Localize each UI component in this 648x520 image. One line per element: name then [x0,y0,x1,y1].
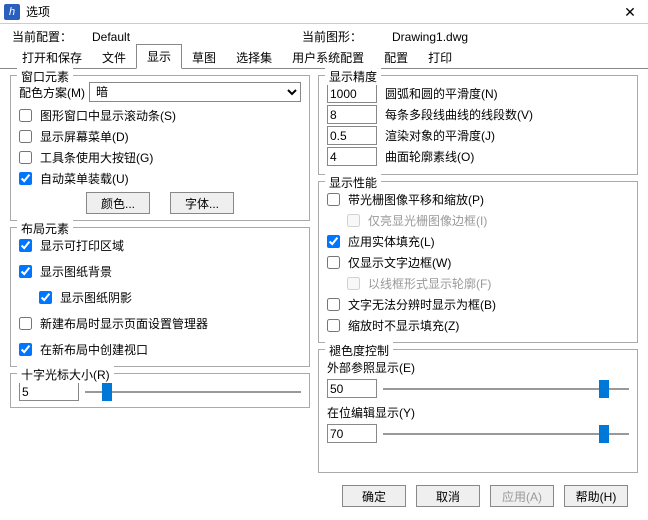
xref-fade-input[interactable] [327,379,377,398]
cb-screen-menu-label: 显示屏幕菜单(D) [40,128,129,145]
cb-no-fill-zoom[interactable] [327,319,340,332]
cb-paper-bg-label: 显示图纸背景 [40,263,112,280]
tab-display[interactable]: 显示 [136,44,182,69]
render-smooth-input[interactable] [327,126,377,145]
cb-screen-menu[interactable] [19,130,32,143]
tab-user-config[interactable]: 用户系统配置 [282,46,374,69]
cb-pan-zoom-raster[interactable] [327,193,340,206]
cb-page-setup-mgr[interactable] [19,317,32,330]
apply-button: 应用(A) [490,485,554,507]
fonts-button[interactable]: 字体... [170,192,234,214]
cb-auto-menu-load-label: 自动菜单装载(U) [40,170,129,187]
cb-highlight-raster-frame [347,214,360,227]
app-icon: h [4,4,20,20]
cb-text-frame-only[interactable] [327,256,340,269]
cb-scrollbars-label: 图形窗口中显示滚动条(S) [40,107,176,124]
surface-lines-label: 曲面轮廓素线(O) [385,148,474,165]
cb-pan-zoom-raster-label: 带光栅图像平移和缩放(P) [348,191,484,208]
color-scheme-label: 配色方案(M) [19,84,85,101]
group-window-elements: 窗口元素 配色方案(M) 暗 图形窗口中显示滚动条(S) 显示屏幕菜单(D) 工… [10,75,310,221]
arc-smooth-label: 圆弧和圆的平滑度(N) [385,85,498,102]
config-row: 当前配置： Default 当前图形： Drawing1.dwg [0,24,648,47]
crosshair-slider[interactable] [85,383,301,401]
tab-bar: 打开和保存 文件 显示 草图 选择集 用户系统配置 配置 打印 [0,47,648,69]
cancel-button[interactable]: 取消 [416,485,480,507]
group-performance: 显示性能 带光栅图像平移和缩放(P) 仅亮显光栅图像边框(I) 应用实体填充(L… [318,181,638,343]
tab-print[interactable]: 打印 [418,46,462,69]
cb-text-as-box[interactable] [327,298,340,311]
group-crosshair: 十字光标大小(R) [10,373,310,408]
cb-highlight-raster-frame-label: 仅亮显光栅图像边框(I) [368,212,487,229]
cb-large-buttons-label: 工具条使用大按钮(G) [40,149,153,166]
cb-paper-shadow-label: 显示图纸阴影 [60,289,132,306]
surface-lines-input[interactable] [327,147,377,166]
cb-wireframe-outline [347,277,360,290]
tab-open-save[interactable]: 打开和保存 [12,46,92,69]
current-drawing-value: Drawing1.dwg [392,30,468,44]
window-elements-title: 窗口元素 [17,68,73,85]
current-config-label: 当前配置： [12,28,92,45]
tab-selection[interactable]: 选择集 [226,46,282,69]
cb-create-viewport-label: 在新布局中创建视口 [40,341,148,358]
help-button[interactable]: 帮助(H) [564,485,628,507]
cb-solid-fill-label: 应用实体填充(L) [348,233,435,250]
inplace-fade-input[interactable] [327,424,377,443]
xref-fade-slider[interactable] [383,380,629,398]
cb-paper-shadow[interactable] [39,291,52,304]
main-panel: 窗口元素 配色方案(M) 暗 图形窗口中显示滚动条(S) 显示屏幕菜单(D) 工… [0,69,648,479]
cb-auto-menu-load[interactable] [19,172,32,185]
cb-print-area[interactable] [19,239,32,252]
inplace-fade-label: 在位编辑显示(Y) [327,404,415,421]
group-layout-elements: 布局元素 显示可打印区域 显示图纸背景 显示图纸阴影 新建布局时显示页面设置管理… [10,227,310,367]
render-smooth-label: 渲染对象的平滑度(J) [385,127,495,144]
cb-text-frame-only-label: 仅显示文字边框(W) [348,254,451,271]
cb-large-buttons[interactable] [19,151,32,164]
close-icon[interactable]: ✕ [620,2,640,22]
xref-fade-label: 外部参照显示(E) [327,359,415,376]
crosshair-size-input[interactable] [19,382,79,401]
tab-profiles[interactable]: 配置 [374,46,418,69]
ok-button[interactable]: 确定 [342,485,406,507]
group-fade: 褪色度控制 外部参照显示(E) 在位编辑显示(Y) [318,349,638,473]
polyline-seg-label: 每条多段线曲线的线段数(V) [385,106,533,123]
window-title: 选项 [26,3,50,20]
arc-smooth-input[interactable] [327,84,377,103]
precision-title: 显示精度 [325,68,381,85]
polyline-seg-input[interactable] [327,105,377,124]
cb-wireframe-outline-label: 以线框形式显示轮廓(F) [368,275,491,292]
color-scheme-select[interactable]: 暗 [89,82,301,102]
titlebar: h 选项 ✕ [0,0,648,24]
cb-paper-bg[interactable] [19,265,32,278]
tab-files[interactable]: 文件 [92,46,136,69]
cb-page-setup-mgr-label: 新建布局时显示页面设置管理器 [40,315,208,332]
cb-print-area-label: 显示可打印区域 [40,237,124,254]
inplace-fade-slider[interactable] [383,425,629,443]
group-precision: 显示精度 圆弧和圆的平滑度(N) 每条多段线曲线的线段数(V) 渲染对象的平滑度… [318,75,638,175]
cb-solid-fill[interactable] [327,235,340,248]
cb-create-viewport[interactable] [19,343,32,356]
current-config-value: Default [92,30,302,44]
cb-text-as-box-label: 文字无法分辨时显示为框(B) [348,296,496,313]
layout-elements-title: 布局元素 [17,220,73,237]
dialog-buttons: 确定 取消 应用(A) 帮助(H) [0,479,648,513]
cb-scrollbars[interactable] [19,109,32,122]
performance-title: 显示性能 [325,174,381,191]
fade-title: 褪色度控制 [325,342,393,359]
current-drawing-label: 当前图形： [302,28,392,45]
cb-no-fill-zoom-label: 缩放时不显示填充(Z) [348,317,459,334]
crosshair-title: 十字光标大小(R) [17,366,114,383]
tab-sketch[interactable]: 草图 [182,46,226,69]
colors-button[interactable]: 颜色... [86,192,150,214]
